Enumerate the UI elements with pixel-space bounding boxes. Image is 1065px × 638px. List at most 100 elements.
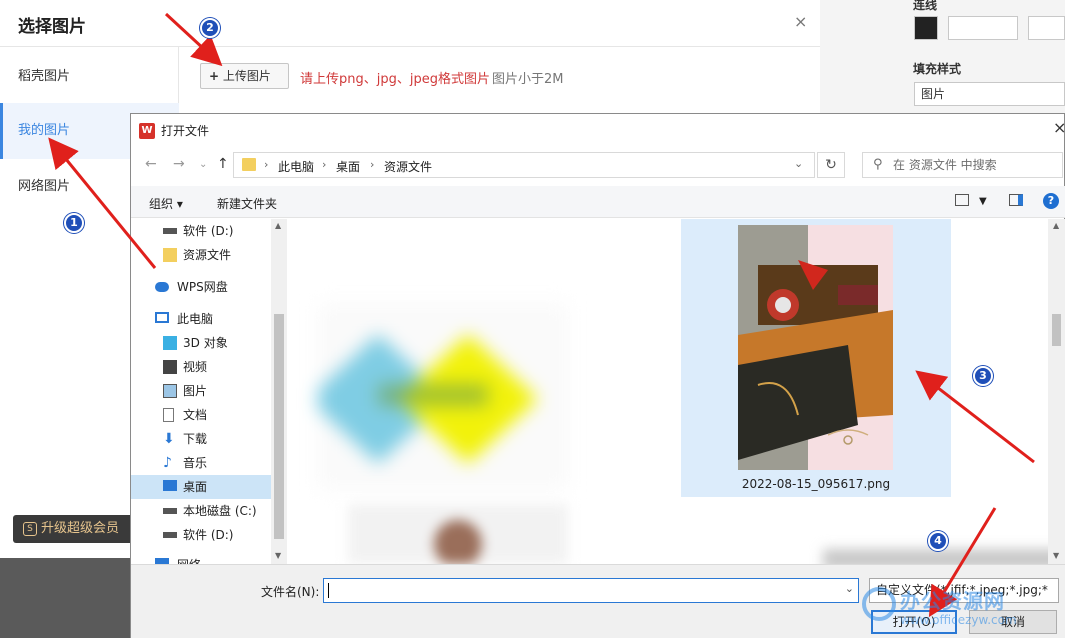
breadcrumb-this-pc[interactable]: 此电脑 [278, 158, 314, 175]
scroll-down-icon[interactable]: ▼ [275, 551, 281, 560]
breadcrumb-desktop[interactable]: 桌面 [336, 158, 360, 175]
sidebar-item-docer-pictures[interactable]: 稻壳图片 [0, 49, 179, 105]
address-bar[interactable]: › 此电脑 › 桌面 › 资源文件 ⌄ [233, 152, 815, 178]
command-bar: 组织 ▾ 新建文件夹 ▼ ? [131, 186, 1065, 218]
filename-input[interactable]: ⌄ [323, 578, 859, 603]
upgrade-label: 升级超级会员 [41, 521, 120, 536]
upload-picture-button[interactable]: + 上传图片 [200, 63, 289, 89]
up-arrow-icon[interactable]: ↑ [217, 156, 229, 172]
scroll-up-icon[interactable]: ▲ [275, 221, 281, 230]
organize-menu[interactable]: 组织 ▾ [149, 195, 183, 212]
watermark-url: www.officezyw.com [900, 613, 1017, 627]
tree-item-label: 软件 (D:) [183, 528, 234, 542]
line-color-swatch[interactable] [914, 16, 938, 40]
tree-item-resource-folder[interactable]: 资源文件 [131, 243, 271, 267]
search-placeholder: 在 资源文件 中搜索 [893, 158, 997, 172]
tree-item-downloads[interactable]: ⬇ 下载 [131, 427, 271, 451]
cloud-icon [155, 282, 169, 292]
dialog-title: 选择图片 [18, 17, 86, 37]
drive-icon [163, 532, 177, 538]
cube-icon [163, 336, 177, 350]
tree-item-label: WPS网盘 [177, 280, 228, 294]
upload-size-hint: 图片小于2M [492, 72, 564, 87]
file-name-label: 2022-08-15_095617.png [741, 477, 891, 491]
scrollbar-thumb[interactable] [274, 314, 284, 539]
tree-item-label: 文档 [183, 408, 208, 422]
step-badge-4: 4 [928, 531, 948, 551]
tree-item-desktop[interactable]: 桌面 [131, 475, 271, 499]
format-panel: 连线 填充样式 图片 [820, 0, 1065, 115]
tree-item-label: 音乐 [183, 456, 208, 470]
upload-format-hint: 请上传png、jpg、jpeg格式图片 [300, 72, 490, 87]
folder-icon [163, 248, 177, 262]
tree-item-music[interactable]: ♪ 音乐 [131, 451, 271, 475]
line-style-dropdown[interactable] [948, 16, 1018, 40]
open-file-dialog: W 打开文件 × ← → ⌄ ↑ › 此电脑 › 桌面 › 资源文件 ⌄ ↻ ⚲… [130, 113, 1065, 638]
tree-item-drive-d[interactable]: 软件 (D:) [131, 219, 271, 243]
navigation-bar: ← → ⌄ ↑ › 此电脑 › 桌面 › 资源文件 ⌄ ↻ ⚲ 在 资源文件 中… [131, 148, 1065, 182]
back-arrow-icon[interactable]: ← [145, 156, 157, 172]
file-list: 2022-08-15_095617.png [288, 219, 1048, 564]
chevron-down-icon[interactable]: ⌄ [845, 582, 854, 595]
search-input[interactable]: ⚲ 在 资源文件 中搜索 [862, 152, 1063, 178]
tree-item-wps-cloud[interactable]: WPS网盘 [131, 275, 271, 299]
file-list-scrollbar[interactable]: ▲ ▼ [1048, 219, 1065, 564]
close-icon[interactable]: × [1053, 118, 1065, 137]
fill-style-dropdown[interactable]: 图片 [914, 82, 1065, 106]
tree-item-videos[interactable]: 视频 [131, 355, 271, 379]
breadcrumb-resource-folder[interactable]: 资源文件 [384, 158, 432, 175]
wps-logo-icon: W [139, 122, 155, 139]
tree-item-drive-d[interactable]: 软件 (D:) [131, 523, 271, 547]
dialog-title: 打开文件 [161, 124, 210, 138]
text-caret [328, 583, 329, 598]
line-width-field[interactable] [1028, 16, 1065, 40]
download-icon: ⬇ [163, 431, 175, 447]
help-icon[interactable]: ? [1043, 193, 1059, 209]
chevron-down-icon[interactable]: ⌄ [794, 157, 803, 170]
disk-icon [163, 508, 177, 514]
tree-item-network[interactable]: 网络 [131, 553, 271, 564]
site-watermark: 办公资源网 www.officezyw.com [862, 585, 1062, 635]
blurred-file-thumbnail[interactable] [348, 504, 568, 564]
close-icon[interactable]: × [794, 12, 807, 31]
scrollbar-thumb[interactable] [1052, 314, 1061, 346]
blurred-file-thumbnail[interactable] [308, 304, 568, 489]
watermark-text: 办公资源网 [900, 589, 1005, 613]
folder-icon [242, 158, 256, 171]
watermark-logo-icon [862, 587, 896, 621]
preview-pane-icon[interactable] [1009, 194, 1023, 206]
tree-item-label: 本地磁盘 (C:) [183, 504, 257, 518]
blurred-file-thumbnail[interactable] [823, 549, 1048, 564]
scroll-down-icon[interactable]: ▼ [1053, 551, 1059, 560]
tree-item-label: 资源文件 [183, 248, 232, 262]
tree-item-label: 此电脑 [177, 312, 214, 326]
navigation-tree: 软件 (D:) 资源文件 WPS网盘 此电脑 3D 对象 视频 图片 文档 ⬇ 下… [131, 219, 287, 564]
image-thumbnail[interactable] [738, 225, 893, 470]
tree-item-this-pc[interactable]: 此电脑 [131, 307, 271, 331]
breadcrumb-separator: › [264, 158, 269, 171]
recent-locations-icon[interactable]: ⌄ [199, 159, 207, 170]
new-folder-button[interactable]: 新建文件夹 [217, 195, 277, 212]
tree-scrollbar[interactable]: ▲ ▼ [271, 219, 287, 564]
tree-item-pictures[interactable]: 图片 [131, 379, 271, 403]
refresh-icon[interactable]: ↻ [817, 152, 845, 178]
vip-icon: S [23, 521, 37, 536]
view-mode-icon[interactable] [955, 194, 969, 206]
desktop-icon [163, 480, 177, 491]
tree-item-local-disk-c[interactable]: 本地磁盘 (C:) [131, 499, 271, 523]
drive-icon [163, 228, 177, 234]
tree-item-label: 下载 [183, 432, 208, 446]
scroll-up-icon[interactable]: ▲ [1053, 221, 1059, 230]
forward-arrow-icon[interactable]: → [173, 156, 185, 172]
search-icon: ⚲ [873, 157, 883, 172]
upload-label: 上传图片 [222, 69, 271, 83]
tree-item-3d-objects[interactable]: 3D 对象 [131, 331, 271, 355]
plus-icon: + [209, 69, 220, 83]
titlebar: W 打开文件 [139, 122, 209, 139]
chevron-down-icon[interactable]: ▼ [979, 196, 987, 207]
tree-item-documents[interactable]: 文档 [131, 403, 271, 427]
tree-item-label: 软件 (D:) [183, 224, 234, 238]
step-badge-2: 2 [200, 18, 220, 38]
line-label: 连线 [913, 0, 938, 12]
computer-icon [155, 312, 169, 323]
